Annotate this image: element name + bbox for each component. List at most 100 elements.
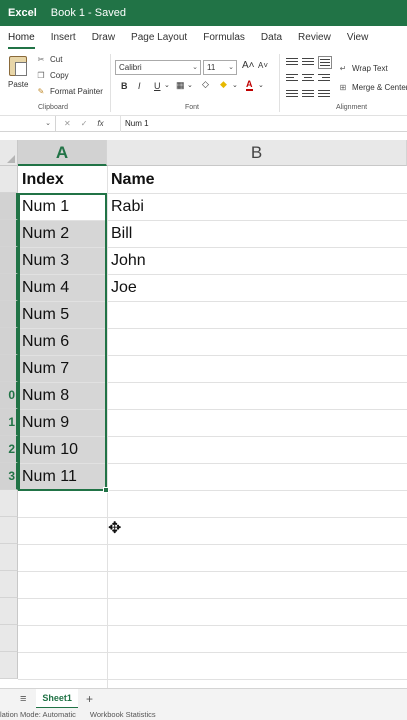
gridline xyxy=(18,571,407,572)
header-cell-index[interactable]: Index xyxy=(18,166,64,193)
underline-button[interactable]: U xyxy=(154,81,161,91)
row-header[interactable]: 0 xyxy=(0,382,18,409)
tab-page-layout[interactable]: Page Layout xyxy=(123,26,195,50)
add-sheet-button[interactable]: + xyxy=(86,692,93,706)
row-header[interactable] xyxy=(0,166,18,193)
scissors-icon: ✂ xyxy=(37,55,45,64)
row-header[interactable]: 3 xyxy=(0,463,18,490)
name-cell[interactable]: Bill xyxy=(107,220,132,247)
column-header-a[interactable]: A xyxy=(18,140,107,166)
name-cell[interactable]: John xyxy=(107,247,146,274)
row-header[interactable] xyxy=(0,193,18,220)
fill-color-options-icon[interactable]: ⌄ xyxy=(232,81,238,89)
name-cell[interactable]: Rabi xyxy=(107,193,144,220)
ribbon: Paste ✂ Cut ❐ Copy ✎ Format Painter Clip… xyxy=(0,50,407,116)
shrink-font-button[interactable]: A˅ xyxy=(258,61,268,70)
paste-button[interactable]: Paste xyxy=(8,80,28,89)
header-cell-name[interactable]: Name xyxy=(107,166,155,193)
row-header[interactable] xyxy=(0,598,18,625)
formula-bar: ⌄ ✕ ✓ fx Num 1 xyxy=(0,115,407,132)
tab-insert[interactable]: Insert xyxy=(43,26,84,50)
document-title[interactable]: Book 1 - Saved xyxy=(51,7,126,19)
row-header[interactable] xyxy=(0,544,18,571)
row-header[interactable] xyxy=(0,652,18,679)
merge-center-label: Merge & Center xyxy=(352,83,407,92)
row-header[interactable] xyxy=(0,517,18,544)
font-color-icon[interactable]: A xyxy=(246,79,253,91)
row-header[interactable] xyxy=(0,301,18,328)
gridline xyxy=(18,625,407,626)
format-painter-label: Format Painter xyxy=(50,87,103,96)
format-painter-button[interactable]: ✎ Format Painter xyxy=(36,87,103,96)
row-header[interactable] xyxy=(0,274,18,301)
row-header[interactable] xyxy=(0,328,18,355)
status-bar: lation Mode: Automatic Workbook Statisti… xyxy=(0,708,407,720)
chevron-down-icon: ⌄ xyxy=(192,64,198,71)
name-box[interactable]: ⌄ xyxy=(0,115,56,132)
formula-input[interactable]: Num 1 xyxy=(120,115,149,132)
sheet-list-icon[interactable]: ≡ xyxy=(20,693,26,705)
align-top-icon[interactable] xyxy=(286,58,298,68)
increase-indent-icon[interactable] xyxy=(318,90,330,100)
gridline xyxy=(18,652,407,653)
ribbon-divider xyxy=(110,54,111,112)
fill-color-icon[interactable]: ◇ xyxy=(202,79,209,90)
tab-data[interactable]: Data xyxy=(253,26,290,50)
ribbon-divider xyxy=(279,54,280,112)
gridline xyxy=(18,598,407,599)
tab-review[interactable]: Review xyxy=(290,26,339,50)
shrink-font-label: A xyxy=(258,61,264,70)
name-cell[interactable]: Joe xyxy=(107,274,137,301)
tab-view[interactable]: View xyxy=(339,26,377,50)
align-right-icon[interactable] xyxy=(318,74,330,84)
row-header[interactable] xyxy=(0,625,18,652)
align-bottom-icon[interactable] xyxy=(318,56,332,69)
paste-icon[interactable] xyxy=(9,56,27,76)
cut-label: Cut xyxy=(50,55,63,64)
font-color-options-icon[interactable]: ⌄ xyxy=(258,81,264,89)
align-middle-icon[interactable] xyxy=(302,58,314,68)
sheet-bar: ≡ Sheet1 + xyxy=(0,688,407,709)
highlight-icon[interactable]: ◆ xyxy=(220,79,227,90)
select-all-button[interactable] xyxy=(0,140,18,166)
ribbon-tabs: Home Insert Draw Page Layout Formulas Da… xyxy=(0,26,407,50)
tab-draw[interactable]: Draw xyxy=(84,26,123,50)
tab-home[interactable]: Home xyxy=(0,26,43,50)
grow-font-button[interactable]: A˄ xyxy=(242,60,255,71)
grow-font-label: A xyxy=(242,60,249,71)
row-header[interactable] xyxy=(0,220,18,247)
row-header[interactable] xyxy=(0,355,18,382)
column-header-b[interactable]: B xyxy=(107,140,407,166)
orientation-icon[interactable] xyxy=(286,90,298,100)
sheet-tab-sheet1[interactable]: Sheet1 xyxy=(36,688,78,709)
bold-button[interactable]: B xyxy=(121,81,128,91)
align-center-icon[interactable] xyxy=(302,74,314,84)
italic-button[interactable]: I xyxy=(138,81,141,91)
underline-options-icon[interactable]: ⌄ xyxy=(164,81,170,89)
row-header[interactable]: 1 xyxy=(0,409,18,436)
row-header[interactable] xyxy=(0,490,18,517)
align-left-icon[interactable] xyxy=(286,74,298,84)
decrease-indent-icon[interactable] xyxy=(302,90,314,100)
wrap-text-button[interactable]: ↵ Wrap Text xyxy=(338,64,388,73)
font-name-select[interactable]: Calibri ⌄ xyxy=(115,60,201,75)
insert-function-button[interactable]: fx xyxy=(97,119,103,128)
font-size-select[interactable]: 11 ⌄ xyxy=(203,60,237,75)
row-header[interactable]: 2 xyxy=(0,436,18,463)
formula-buttons: ✕ ✓ fx xyxy=(56,119,120,128)
cell-area[interactable]: Index Name Num 1 Num 2 Num 3 Num 4 Num 5 Num 6N… xyxy=(18,166,407,688)
cancel-icon[interactable]: ✕ xyxy=(64,119,71,128)
workbook-statistics[interactable]: Workbook Statistics xyxy=(90,710,156,719)
cut-button[interactable]: ✂ Cut xyxy=(36,55,63,64)
chevron-down-icon: ⌄ xyxy=(45,119,51,127)
wrap-text-icon: ↵ xyxy=(339,64,347,73)
borders-options-icon[interactable]: ⌄ xyxy=(187,81,193,89)
tab-formulas[interactable]: Formulas xyxy=(195,26,253,50)
row-header[interactable] xyxy=(0,571,18,598)
enter-icon[interactable]: ✓ xyxy=(81,119,88,128)
fill-handle[interactable] xyxy=(103,487,109,493)
copy-button[interactable]: ❐ Copy xyxy=(36,71,68,80)
borders-icon[interactable]: ▦ xyxy=(176,80,185,91)
row-header[interactable] xyxy=(0,247,18,274)
merge-center-button[interactable]: ⊞ Merge & Center xyxy=(338,83,407,92)
